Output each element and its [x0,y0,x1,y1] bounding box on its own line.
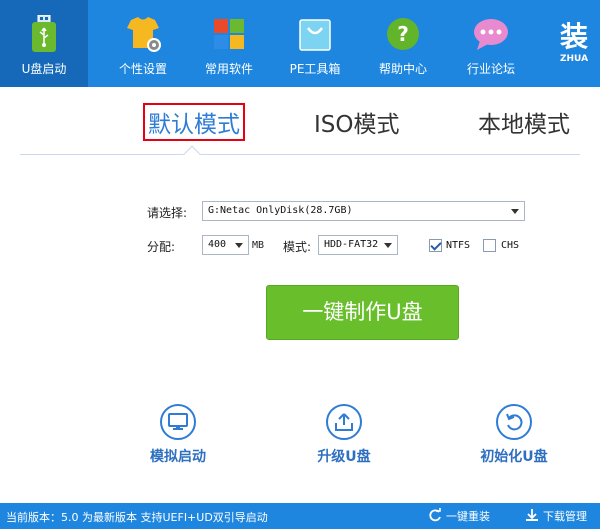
upgrade-usb-label: 升级U盘 [317,449,371,465]
usb-drive-icon [24,14,64,54]
chevron-down-icon [384,243,392,248]
svg-text:?: ? [397,22,409,46]
disk-select-label: 请选择: [147,206,188,220]
tab-local-mode[interactable]: 本地模式 [478,105,570,139]
toolbar-item-label: 行业论坛 [466,62,515,76]
download-label: 下载管理 [543,510,587,523]
shirt-gear-icon [123,14,163,54]
toolbar-item-software[interactable]: 常用软件 [194,0,264,87]
toolbox-bag-icon [295,14,335,54]
brand-cn: 装 [560,22,589,53]
chat-bubble-icon [471,14,511,54]
chevron-down-icon [511,209,519,214]
reinstall-label: 一键重装 [446,510,490,523]
toolbar-item-help[interactable]: ? 帮助中心 [366,0,440,87]
toolbar-item-forum[interactable]: 行业论坛 [456,0,526,87]
alloc-label: 分配: [147,240,176,254]
init-usb-button[interactable]: 初始化U盘 [459,404,569,466]
init-usb-label: 初始化U盘 [480,449,548,465]
status-bar: 当前版本：5.0 为最新版本 支持UEFI+UD双引导启动 一键重装 下载管理 [0,503,600,529]
top-toolbar: U盘启动 个性设置 常用软件 PE工具箱 ? 帮助中心 行业论坛 装 ZHUA [0,0,600,87]
monitor-icon [160,404,196,440]
alloc-select-value: 400 [208,239,227,250]
tab-divider [20,154,580,155]
alloc-select[interactable]: 400 [202,235,249,255]
chevron-down-icon [235,243,243,248]
toolbar-item-label: 常用软件 [204,62,253,76]
toolbar-item-label: U盘启动 [21,62,67,76]
make-usb-button[interactable]: 一键制作U盘 [266,285,459,340]
simulate-boot-label: 模拟启动 [150,449,206,465]
ntfs-label: NTFS [446,240,471,251]
toolbar-item-label: 帮助中心 [378,62,427,76]
chs-label: CHS [501,240,520,251]
tab-iso-mode[interactable]: ISO模式 [314,105,400,139]
active-tab-pointer [183,145,201,163]
one-click-reinstall-button[interactable]: 一键重装 [428,507,490,525]
toolbar-item-label: 个性设置 [118,62,167,76]
ntfs-checkbox[interactable] [429,239,442,252]
mode-select[interactable]: HDD-FAT32 [318,235,398,255]
upload-icon [326,404,362,440]
tab-default-mode[interactable]: 默认模式 [143,103,245,141]
toolbar-item-pe-toolbox[interactable]: PE工具箱 [280,0,350,87]
version-status: 当前版本：5.0 为最新版本 支持UEFI+UD双引导启动 [6,511,268,524]
download-manager-button[interactable]: 下载管理 [525,507,587,525]
toolbar-item-label: PE工具箱 [289,62,341,76]
brand-en: ZHUA [560,54,589,64]
chs-checkbox[interactable] [483,239,496,252]
refresh-icon [428,507,442,525]
upgrade-usb-button[interactable]: 升级U盘 [289,404,399,466]
help-icon: ? [383,14,423,54]
reset-icon [496,404,532,440]
simulate-boot-button[interactable]: 模拟启动 [123,404,233,466]
alloc-unit: MB [252,240,265,251]
download-icon [525,508,539,525]
tiles-icon [209,14,249,54]
disk-select-value: G:Netac OnlyDisk(28.7GB) [208,205,353,216]
brand-logo: 装 ZHUA [560,22,600,72]
mode-label: 模式: [283,240,312,254]
toolbar-item-usb-boot[interactable]: U盘启动 [0,0,88,87]
disk-select[interactable]: G:Netac OnlyDisk(28.7GB) [202,201,525,221]
mode-select-value: HDD-FAT32 [324,239,379,250]
toolbar-item-personalize[interactable]: 个性设置 [108,0,178,87]
